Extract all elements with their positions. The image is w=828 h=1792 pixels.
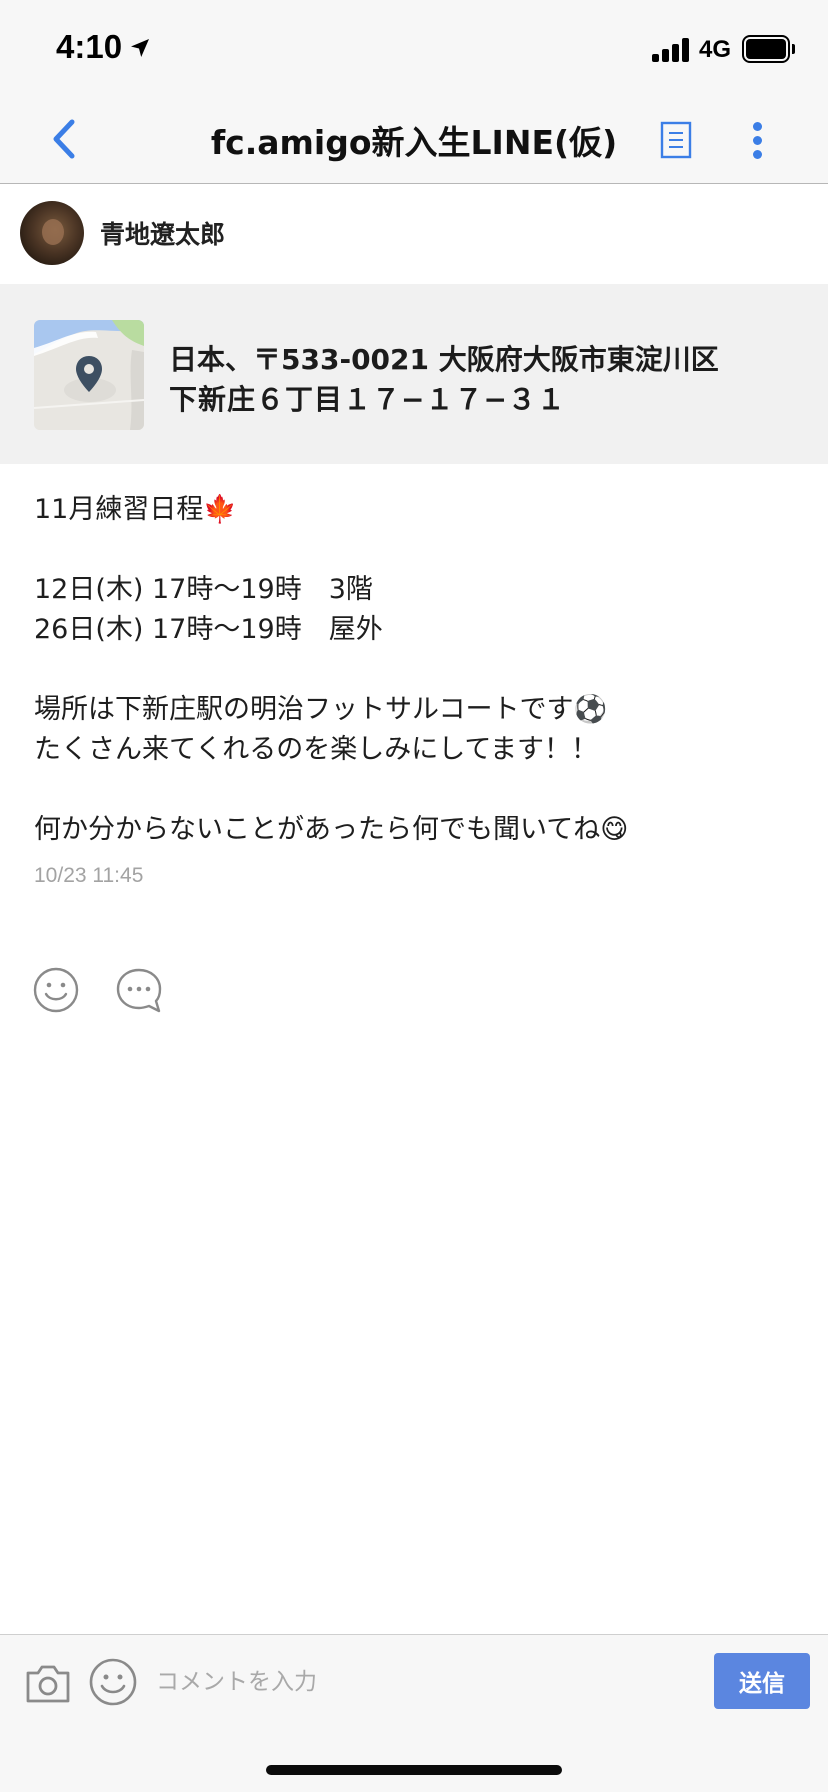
post-author-row: 青地遼太郎 <box>0 185 828 283</box>
send-button[interactable]: 送信 <box>714 1653 810 1709</box>
post-timestamp: 10/23 11:45 <box>34 864 144 887</box>
screen: 4:10 4G fc.amigo新入生LINE(仮) 青地遼太郎 日本、〒533… <box>0 0 828 1792</box>
location-card[interactable]: 日本、〒533-0021 大阪府大阪市東淀川区 下新庄６丁目１７−１７−３１ <box>0 284 828 464</box>
post-line: 12日(木) 17時〜19時 3階 <box>34 574 373 605</box>
back-chevron-icon[interactable] <box>44 114 88 164</box>
address-line-1: 日本、〒533-0021 大阪府大阪市東淀川区 <box>169 343 719 376</box>
post-line: 26日(木) 17時〜19時 屋外 <box>34 614 383 645</box>
address-line-2: 下新庄６丁目１７−１７−３１ <box>169 383 566 416</box>
emoji-icon[interactable] <box>88 1657 138 1707</box>
map-pin-icon <box>76 356 102 392</box>
more-vertical-icon[interactable] <box>742 116 774 164</box>
post-line: 何か分からないことがあったら何でも聞いてね😋 <box>34 814 629 845</box>
comment-bubble-icon[interactable] <box>115 966 163 1014</box>
post-line: 11月練習日程🍁 <box>34 494 237 525</box>
post-line-blank <box>34 770 794 810</box>
camera-icon[interactable] <box>24 1661 72 1705</box>
location-arrow-icon <box>131 39 149 57</box>
post-body: 11月練習日程🍁 12日(木) 17時〜19時 3階 26日(木) 17時〜19… <box>34 490 794 850</box>
author-name[interactable]: 青地遼太郎 <box>100 215 225 251</box>
status-time: 4:10 <box>56 28 123 65</box>
post-line-blank <box>34 650 794 690</box>
page-title: fc.amigo新入生LINE(仮) <box>210 123 618 162</box>
network-type: 4G <box>699 36 732 63</box>
battery-icon <box>742 35 795 63</box>
post-line-blank <box>34 530 794 570</box>
avatar[interactable] <box>20 201 84 265</box>
signal-icon <box>652 38 692 62</box>
status-bar: 4:10 4G <box>0 0 828 96</box>
map-thumbnail <box>34 320 144 430</box>
smiley-icon[interactable] <box>32 966 80 1014</box>
home-indicator[interactable] <box>266 1765 562 1775</box>
note-icon[interactable] <box>656 120 696 160</box>
nav-bar: fc.amigo新入生LINE(仮) <box>0 96 828 184</box>
post-line: たくさん来てくれるのを楽しみにしてます！！ <box>34 734 599 765</box>
comment-input[interactable] <box>156 1657 696 1707</box>
post-line: 場所は下新庄駅の明治フットサルコートです⚽️ <box>34 694 608 725</box>
